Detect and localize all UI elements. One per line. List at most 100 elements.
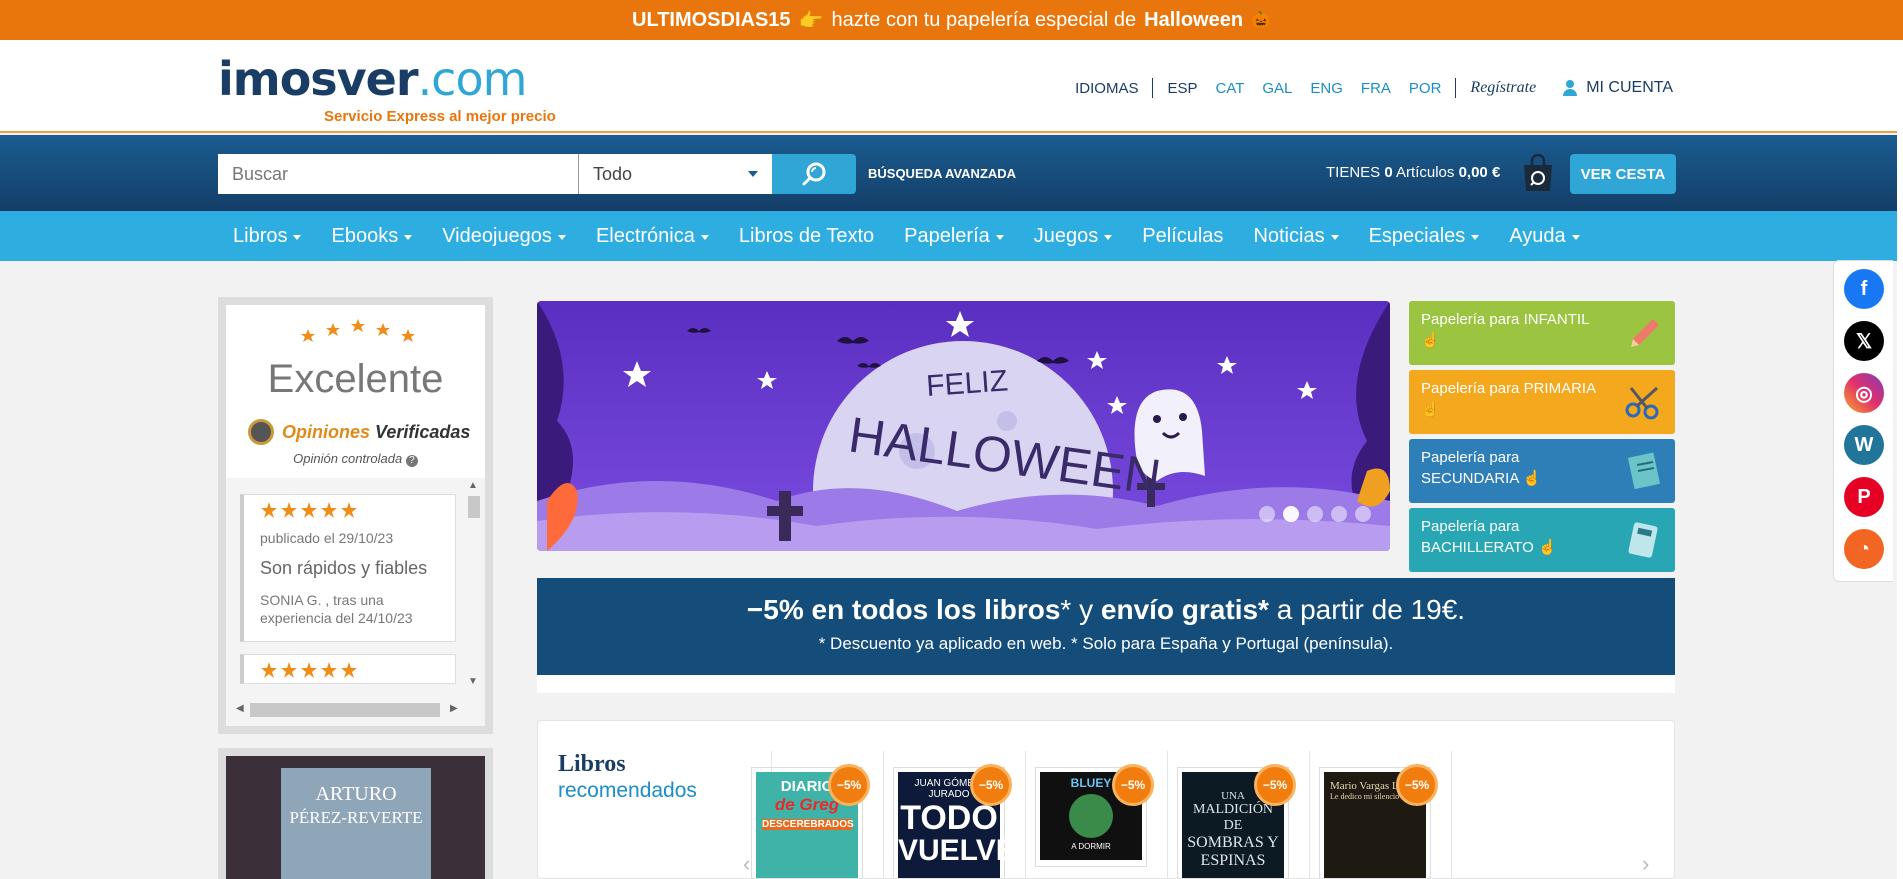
author-last-name: PÉREZ-REVERTE bbox=[289, 808, 423, 827]
reviews-brand[interactable]: Opiniones Verificadas bbox=[248, 419, 470, 445]
review-author-line2: experiencia del 24/10/23 bbox=[260, 610, 413, 626]
carousel-dot-active[interactable] bbox=[1283, 506, 1299, 522]
nav-label: Electrónica bbox=[595, 224, 695, 247]
tile-label-line2: BACHILLERATO bbox=[1421, 539, 1534, 556]
rss-icon[interactable]: ◔ bbox=[1844, 529, 1884, 569]
carousel-dot[interactable] bbox=[1307, 506, 1323, 522]
scrollbar-thumb[interactable] bbox=[250, 703, 440, 717]
discount-rest: a partir de 19€. bbox=[1268, 594, 1466, 625]
book-card[interactable]: DIARIO de Greg DESCEREBRADOS −5% bbox=[751, 764, 870, 878]
carousel-dot[interactable] bbox=[1355, 506, 1371, 522]
discount-note: * Descuento ya aplicado en web. * Solo p… bbox=[818, 634, 1394, 653]
nav-videojuegos[interactable]: Videojuegos bbox=[427, 225, 581, 248]
wordpress-icon[interactable]: W bbox=[1844, 425, 1884, 465]
book-card[interactable]: JUAN GÓMEZ-JURADO TODO VUELVE −5% bbox=[893, 764, 1016, 878]
review-author: SONIA G. , tras una experiencia del 24/1… bbox=[260, 591, 439, 627]
review-list[interactable]: publicado el 29/10/23 Son rápidos y fiab… bbox=[226, 478, 485, 726]
nav-label: Películas bbox=[1142, 224, 1224, 247]
scroll-down-icon[interactable]: ▼ bbox=[468, 676, 478, 687]
review-text: Son rápidos y fiables bbox=[260, 558, 428, 578]
search-category-select[interactable]: Todo bbox=[578, 154, 772, 194]
register-link[interactable]: Regístrate bbox=[1470, 79, 1536, 97]
lang-fra[interactable]: FRA bbox=[1361, 80, 1391, 97]
hero-line1: FELIZ bbox=[925, 364, 1009, 403]
help-icon[interactable]: ? bbox=[405, 455, 418, 467]
lang-eng[interactable]: ENG bbox=[1310, 80, 1343, 97]
nav-ebooks[interactable]: Ebooks bbox=[316, 225, 427, 248]
tile-infantil[interactable]: Papelería para INFANTIL ☝ bbox=[1409, 301, 1675, 365]
divider bbox=[1451, 751, 1452, 878]
languages-label: IDIOMAS bbox=[1075, 79, 1139, 97]
tile-bachillerato[interactable]: Papelería para BACHILLERATO ☝ bbox=[1409, 508, 1675, 572]
promo-text: hazte con tu papelería especial de bbox=[831, 8, 1137, 31]
review-stars-icon bbox=[261, 662, 357, 678]
scrollbar-thumb[interactable] bbox=[468, 496, 480, 518]
promo-highlight: Halloween bbox=[1144, 8, 1244, 31]
carousel-dot[interactable] bbox=[1259, 506, 1275, 522]
nav-juegos[interactable]: Juegos bbox=[1019, 225, 1128, 248]
discount-headline: −5% en todos los libros* y envío gratis*… bbox=[537, 594, 1675, 626]
scroll-up-icon[interactable]: ▲ bbox=[468, 480, 478, 491]
facebook-icon[interactable]: f bbox=[1844, 269, 1884, 309]
nav-noticias[interactable]: Noticias bbox=[1238, 225, 1353, 248]
reviews-widget: Excelente Opiniones Verificadas Opinión … bbox=[218, 297, 493, 734]
shopping-bag-icon[interactable] bbox=[1520, 153, 1556, 193]
cart-summary[interactable]: TIENES 0 Artículos 0,00 € bbox=[1326, 164, 1500, 181]
nav-label: Noticias bbox=[1253, 224, 1325, 247]
book-title-c: SOMBRAS Y ESPINAS bbox=[1187, 834, 1279, 869]
chevron-down-icon bbox=[1330, 235, 1339, 240]
chevron-down-icon bbox=[293, 235, 302, 240]
advanced-search-link[interactable]: BÚSQUEDA AVANZADA bbox=[868, 166, 1016, 181]
chevron-down-icon bbox=[1104, 235, 1113, 240]
promo-bar[interactable]: ULTIMOSDIAS15 👉 hazte con tu papelería e… bbox=[0, 0, 1903, 40]
nav-label: Juegos bbox=[1033, 224, 1099, 247]
author-cover: ARTURO PÉREZ-REVERTE bbox=[281, 768, 431, 879]
nav-libros-de-texto[interactable]: Libros de Texto bbox=[724, 225, 889, 248]
pinterest-icon[interactable]: P bbox=[1844, 477, 1884, 517]
lang-por[interactable]: POR bbox=[1409, 80, 1442, 97]
book-card[interactable]: Mario Vargas Llosa Le dedico mi silencio… bbox=[1319, 764, 1438, 878]
x-icon[interactable]: 𝕏 bbox=[1844, 321, 1884, 361]
tile-primaria[interactable]: Papelería para PRIMARIA ☝ bbox=[1409, 370, 1675, 434]
nav-especiales[interactable]: Especiales bbox=[1354, 225, 1495, 248]
nav-ayuda[interactable]: Ayuda bbox=[1494, 225, 1594, 248]
scroll-right-icon[interactable]: ▶ bbox=[450, 703, 458, 714]
nav-label: Ayuda bbox=[1509, 224, 1566, 247]
discount-bold1: −5% en todos los libros bbox=[746, 594, 1061, 625]
site-logo[interactable]: imosver.com Servicio Express al mejor pr… bbox=[218, 54, 568, 125]
account-link[interactable]: MI CUENTA bbox=[1562, 79, 1673, 97]
cart-total: 0,00 € bbox=[1458, 164, 1501, 181]
brand-part-a: Opiniones bbox=[282, 421, 371, 442]
author-promo[interactable]: ARTURO PÉREZ-REVERTE bbox=[218, 748, 493, 879]
discount-banner[interactable]: −5% en todos los libros* y envío gratis*… bbox=[537, 578, 1675, 675]
book-card[interactable]: UNA MALDICIÓN DE SOMBRAS Y ESPINAS −5% bbox=[1177, 764, 1296, 878]
rating-label: Excelente bbox=[267, 357, 444, 401]
chevron-right-icon[interactable]: › bbox=[1642, 851, 1649, 877]
discount-badge: −5% bbox=[1254, 764, 1296, 806]
scroll-left-icon[interactable]: ◀ bbox=[236, 703, 244, 714]
book-title-c: VUELVE bbox=[898, 834, 1016, 867]
review-author-line1: SONIA G. , tras una bbox=[260, 592, 384, 608]
horizontal-scrollbar[interactable]: ◀ ▶ bbox=[234, 700, 464, 718]
page-edge bbox=[1897, 40, 1903, 879]
lang-esp[interactable]: ESP bbox=[1167, 80, 1197, 97]
review-date: publicado el 29/10/23 bbox=[260, 530, 394, 546]
search-button[interactable] bbox=[772, 154, 856, 194]
vertical-scrollbar[interactable]: ▲ ▼ bbox=[464, 480, 482, 690]
carousel-dot[interactable] bbox=[1331, 506, 1347, 522]
view-cart-button[interactable]: VER CESTA bbox=[1570, 154, 1676, 194]
review-card: publicado el 29/10/23 Son rápidos y fiab… bbox=[240, 494, 456, 642]
nav-papeleria[interactable]: Papelería bbox=[889, 225, 1019, 248]
book-card[interactable]: BLUEY A DORMIR −5% bbox=[1035, 764, 1154, 867]
chevron-left-icon[interactable]: ‹ bbox=[743, 851, 750, 877]
nav-libros[interactable]: Libros bbox=[218, 225, 316, 248]
tile-secundaria[interactable]: Papelería para SECUNDARIA ☝ bbox=[1409, 439, 1675, 503]
instagram-icon[interactable]: ◎ bbox=[1844, 373, 1884, 413]
discount-badge: −5% bbox=[970, 764, 1012, 806]
lang-gal[interactable]: GAL bbox=[1262, 80, 1292, 97]
chevron-down-icon bbox=[700, 235, 709, 240]
nav-peliculas[interactable]: Películas bbox=[1127, 225, 1238, 248]
lang-cat[interactable]: CAT bbox=[1215, 80, 1244, 97]
nav-electronica[interactable]: Electrónica bbox=[581, 225, 724, 248]
search-input[interactable]: Buscar bbox=[218, 154, 578, 194]
